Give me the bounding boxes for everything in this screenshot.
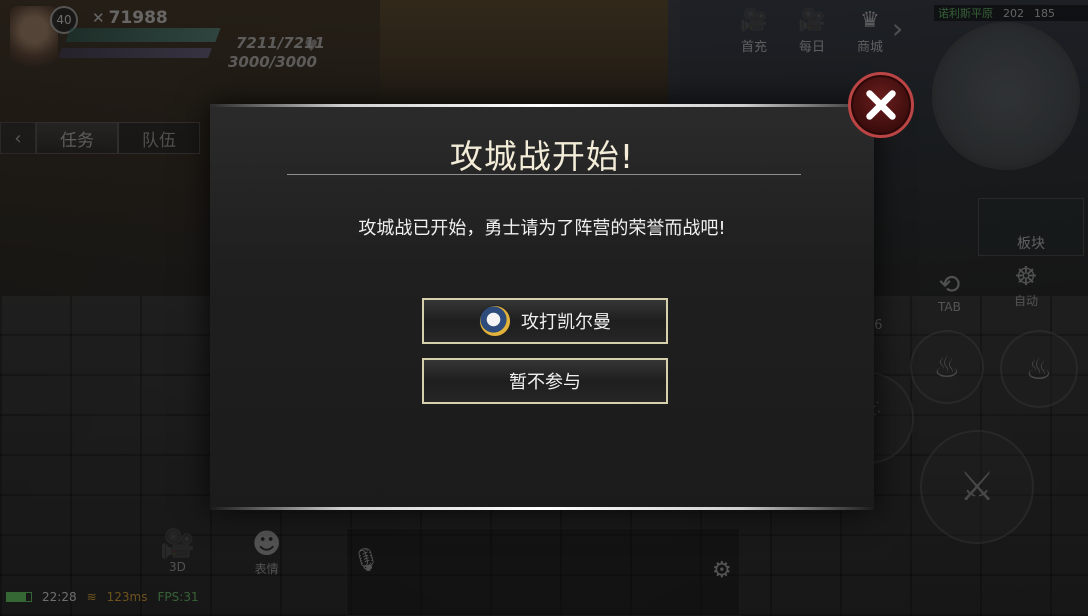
attack-kellman-label: 攻打凯尔曼 <box>521 312 611 333</box>
dialog-message: 攻城战已开始，勇士请为了阵营的荣誉而战吧! <box>358 218 726 239</box>
decline-label: 暂不参与 <box>509 372 581 393</box>
faction-emblem-icon <box>479 305 511 337</box>
close-dialog-button[interactable] <box>848 72 914 138</box>
decline-button[interactable]: 暂不参与 <box>422 358 668 404</box>
siege-dialog: 攻城战开始! 攻城战已开始，勇士请为了阵营的荣誉而战吧! 攻打凯尔曼 暂不参与 <box>210 104 874 510</box>
title-divider <box>287 174 801 175</box>
attack-kellman-button[interactable]: 攻打凯尔曼 <box>422 298 668 344</box>
close-icon <box>866 90 896 120</box>
dialog-title: 攻城战开始! <box>449 137 635 176</box>
